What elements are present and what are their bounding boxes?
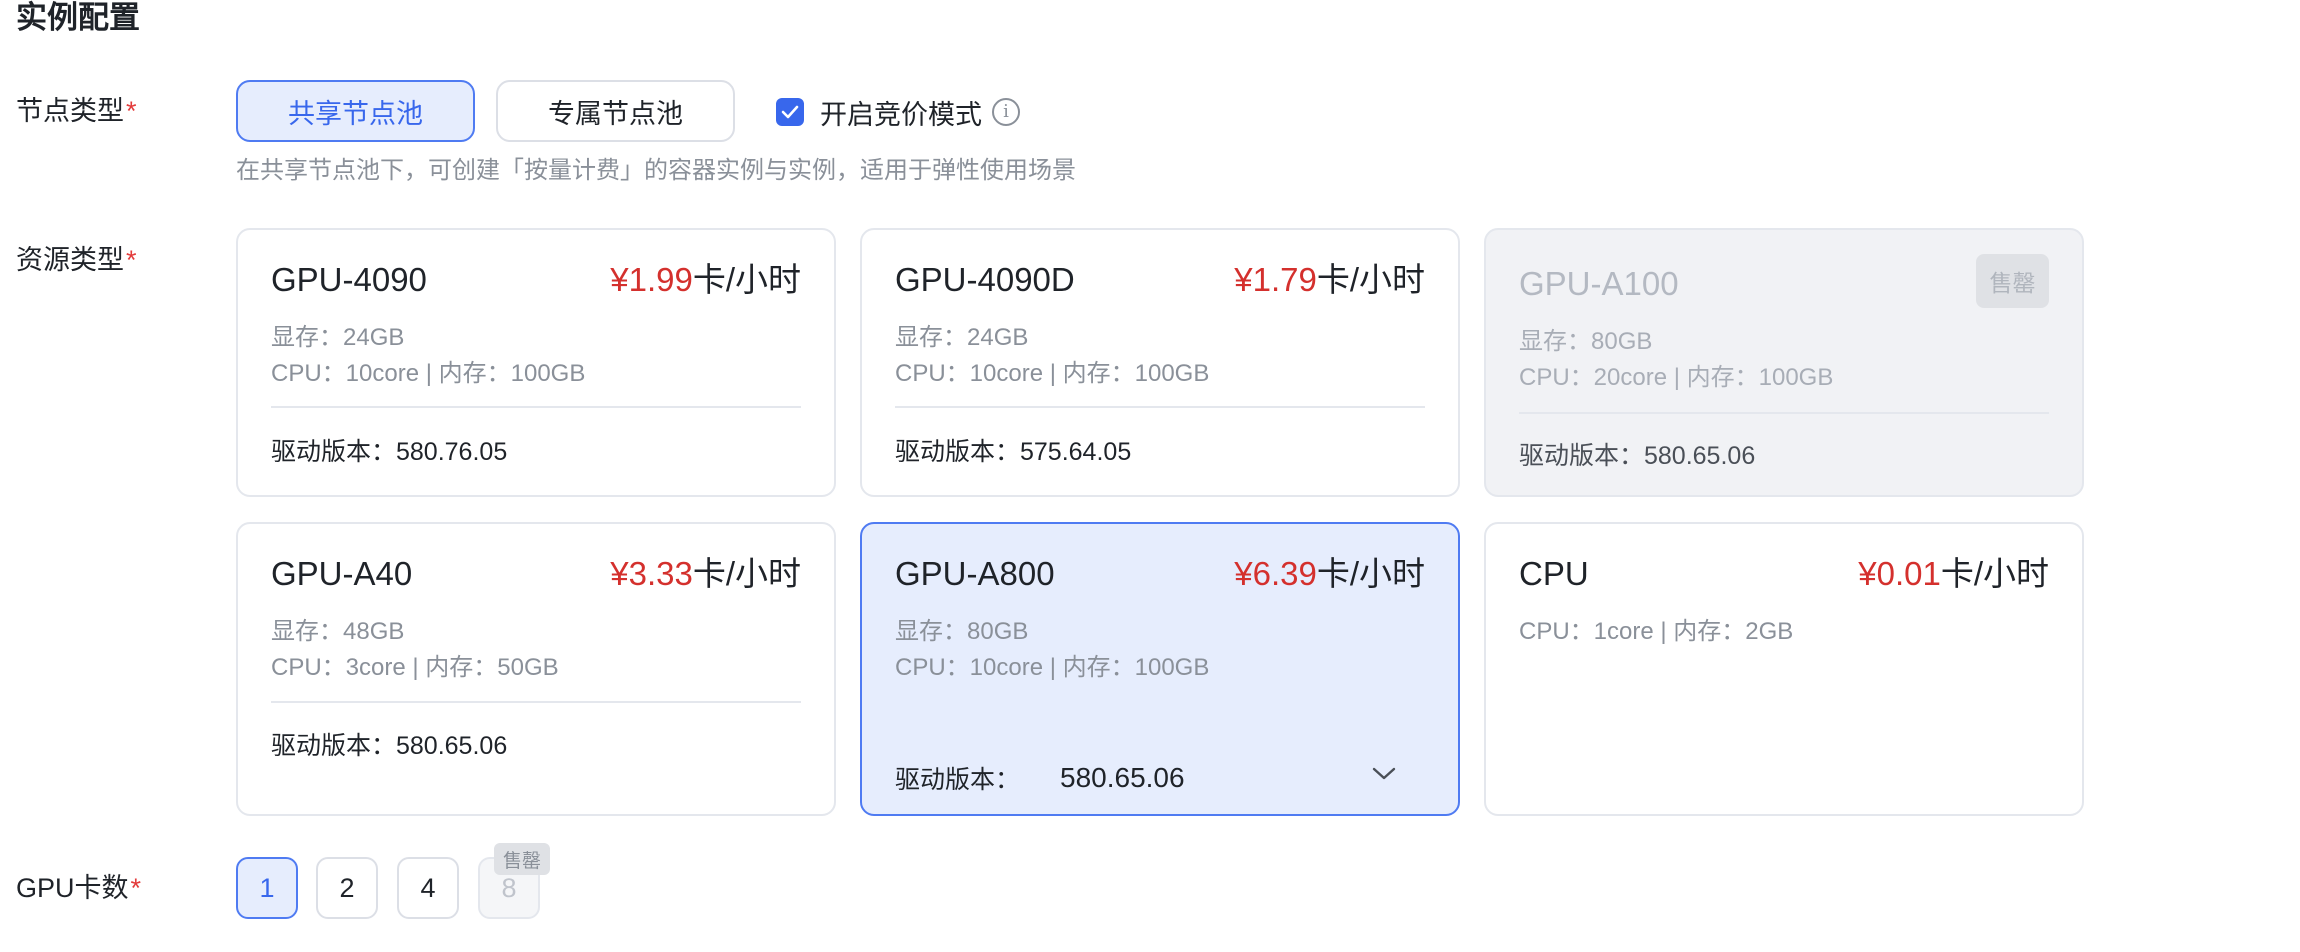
card-price: ¥0.01卡/小时 — [1858, 555, 2049, 592]
card-driver: 驱动版本：580.65.06 — [271, 732, 508, 760]
driver-value: 580.65.06 — [1060, 762, 1185, 793]
resource-type-label: 资源类型* — [16, 245, 137, 275]
resource-card-gpu-4090d[interactable]: GPU-4090D ¥1.79卡/小时 显存：24GB CPU：10core |… — [860, 228, 1460, 497]
resource-card-cpu[interactable]: CPU ¥0.01卡/小时 CPU：1core | 内存：2GB — [1484, 522, 2084, 816]
node-type-dedicated-button[interactable]: 专属节点池 — [496, 80, 735, 142]
card-cpu-mem: CPU：10core | 内存：100GB — [271, 360, 586, 387]
card-price: ¥1.79卡/小时 — [1234, 261, 1425, 298]
card-price: ¥1.99卡/小时 — [610, 261, 801, 298]
card-name: GPU-4090 — [271, 261, 427, 298]
card-divider — [271, 701, 801, 703]
card-vram: 显存：48GB — [271, 618, 405, 645]
sold-out-badge: 售罄 — [1976, 254, 2049, 308]
gpu-count-1-button[interactable]: 1 — [236, 857, 298, 919]
card-driver: 驱动版本：575.64.05 — [895, 438, 1132, 466]
resource-card-gpu-a40[interactable]: GPU-A40 ¥3.33卡/小时 显存：48GB CPU：3core | 内存… — [236, 522, 836, 816]
chevron-down-icon — [1372, 767, 1396, 780]
required-mark: * — [126, 96, 137, 126]
node-type-label: 节点类型* — [16, 96, 137, 126]
card-name: CPU — [1519, 555, 1589, 592]
check-icon — [781, 105, 799, 119]
info-icon[interactable]: i — [992, 98, 1020, 126]
node-type-shared-button[interactable]: 共享节点池 — [236, 80, 475, 142]
card-name: GPU-A800 — [895, 555, 1055, 592]
gpu-count-label: GPU卡数* — [16, 873, 142, 903]
section-title: 实例配置 — [16, 0, 140, 35]
gpu-count-2-button[interactable]: 2 — [316, 857, 378, 919]
driver-version-select[interactable]: 驱动版本： 580.65.06 — [895, 752, 1425, 804]
card-name: GPU-A40 — [271, 555, 413, 592]
card-price: ¥6.39卡/小时 — [1234, 555, 1425, 592]
card-cpu-mem: CPU：10core | 内存：100GB — [895, 360, 1210, 387]
card-vram: 显存：24GB — [895, 324, 1029, 351]
card-price: ¥3.33卡/小时 — [610, 555, 801, 592]
resource-card-gpu-a800[interactable]: GPU-A800 ¥6.39卡/小时 显存：80GB CPU：10core | … — [860, 522, 1460, 816]
card-vram: 显存：80GB — [1519, 328, 1653, 355]
required-mark: * — [130, 873, 142, 903]
card-vram: 显存：24GB — [271, 324, 405, 351]
card-cpu-mem: CPU：20core | 内存：100GB — [1519, 364, 1834, 391]
card-divider — [271, 406, 801, 408]
card-cpu-mem: CPU：10core | 内存：100GB — [895, 654, 1210, 681]
card-divider — [895, 406, 1425, 408]
card-divider — [1519, 412, 2049, 414]
card-driver: 驱动版本：580.65.06 — [1519, 442, 1756, 470]
card-cpu-mem: CPU：1core | 内存：2GB — [1519, 618, 1794, 645]
driver-label: 驱动版本： — [895, 766, 1021, 794]
required-mark: * — [126, 245, 137, 275]
bid-mode-toggle[interactable]: 开启竞价模式 i — [776, 91, 1020, 133]
card-driver: 驱动版本：580.76.05 — [271, 438, 508, 466]
bid-mode-checkbox[interactable] — [776, 98, 804, 126]
gpu-count-4-button[interactable]: 4 — [397, 857, 459, 919]
node-type-hint: 在共享节点池下，可创建「按量计费」的容器实例与实例，适用于弹性使用场景 — [236, 157, 1076, 184]
card-cpu-mem: CPU：3core | 内存：50GB — [271, 654, 559, 681]
card-vram: 显存：80GB — [895, 618, 1029, 645]
card-name: GPU-4090D — [895, 261, 1075, 298]
bid-mode-label: 开启竞价模式 — [820, 99, 982, 130]
resource-card-gpu-4090[interactable]: GPU-4090 ¥1.99卡/小时 显存：24GB CPU：10core | … — [236, 228, 836, 497]
resource-card-gpu-a100: GPU-A100 售罄 显存：80GB CPU：20core | 内存：100G… — [1484, 228, 2084, 497]
card-name: GPU-A100 — [1519, 265, 1679, 302]
sold-out-badge: 售罄 — [494, 843, 550, 875]
